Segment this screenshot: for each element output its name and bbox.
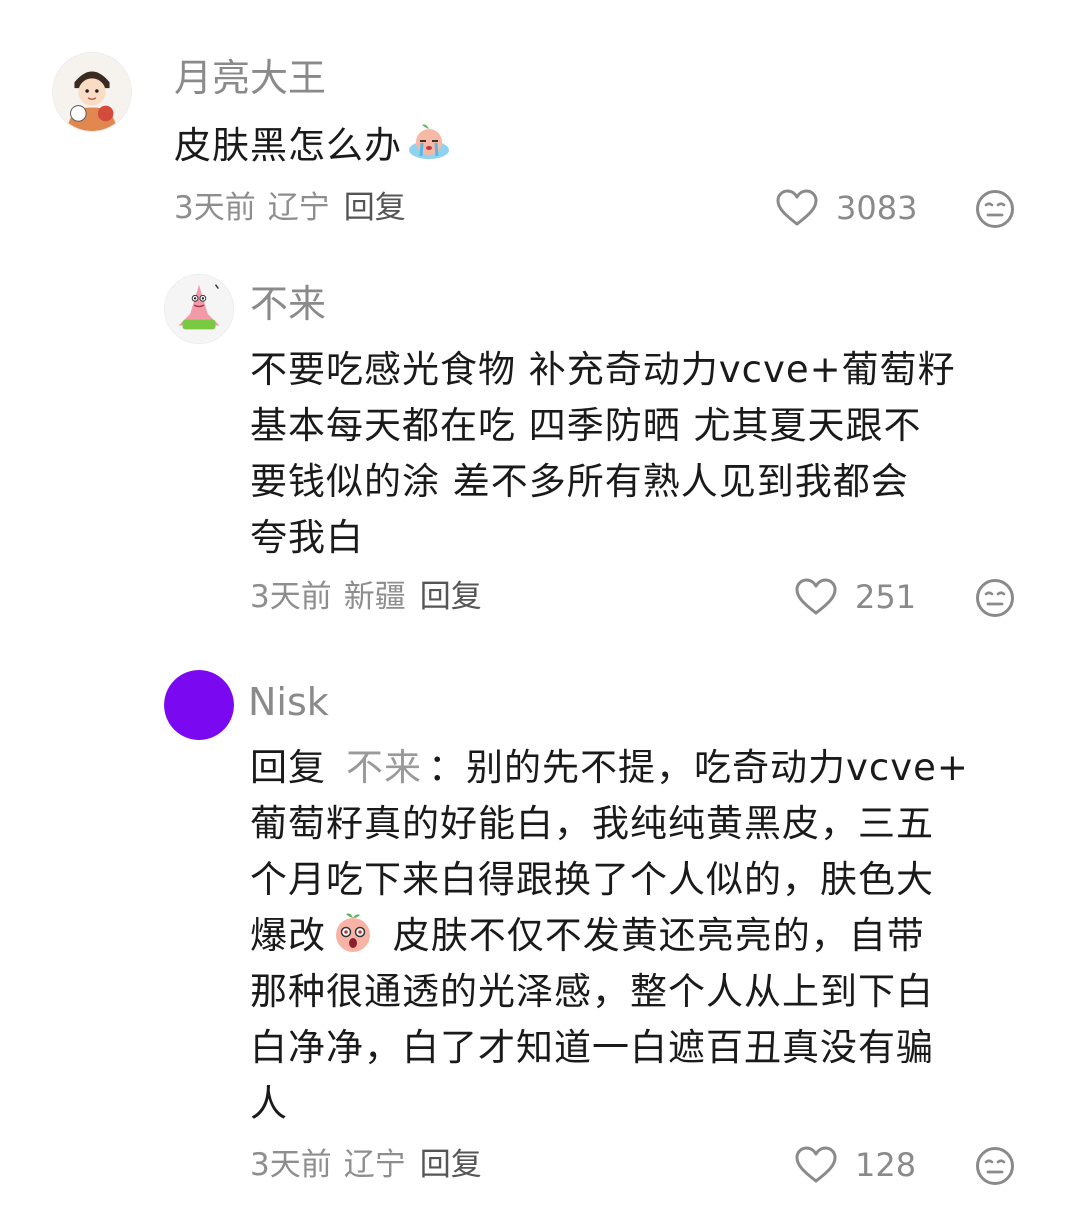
comment-region: 新疆 <box>343 579 406 615</box>
like-button[interactable]: 251 <box>795 575 916 619</box>
comment-line: 回复 不来 ：别的先不提，吃奇动力vcve+ <box>250 740 969 796</box>
comment-region: 辽宁 <box>343 1147 406 1183</box>
comment-time: 3天前 <box>174 190 256 226</box>
comment-line: 皮肤黑怎么办 <box>174 118 456 174</box>
like-count: 251 <box>855 578 917 616</box>
comment-author[interactable]: Nisk <box>248 678 329 726</box>
reply-item: 不来 不要吃感光食物 补充奇动力vcve+葡萄籽 基本每天都在吃 四季防晒 尤其… <box>0 260 1080 640</box>
comment-line: 爆改 皮肤不仅不发黄还亮亮的，自带 <box>250 908 969 964</box>
meh-face-icon <box>976 1147 1014 1185</box>
meh-face-icon <box>976 579 1014 617</box>
comment-item: 月亮大王 皮肤黑怎么办 3天前 辽宁 回复 3083 <box>0 0 1080 260</box>
purple-circle-avatar-icon <box>164 670 234 740</box>
comment-region: 辽宁 <box>267 190 330 226</box>
comment-line: 不要吃感光食物 补充奇动力vcve+葡萄籽 <box>250 348 956 391</box>
comment-line: 夸我白 <box>250 516 364 559</box>
reply-button[interactable]: 回复 <box>420 1147 482 1183</box>
comment-meta: 3天前 辽宁 回复 <box>250 1145 482 1185</box>
comment-author[interactable]: 月亮大王 <box>174 54 326 102</box>
user-avatar[interactable] <box>52 52 132 132</box>
heart-outline-icon <box>795 1146 837 1183</box>
like-button[interactable]: 128 <box>795 1143 916 1187</box>
cartoon-kid-avatar-icon <box>53 53 131 131</box>
like-count: 128 <box>855 1146 917 1184</box>
comment-author[interactable]: 不来 <box>250 280 326 328</box>
meh-face-icon <box>976 190 1014 228</box>
crying-peach-emoji-icon <box>406 120 452 166</box>
comment-time: 3天前 <box>250 579 332 615</box>
comment-line: 葡萄籽真的好能白，我纯纯黄黑皮，三五 <box>250 802 934 845</box>
comment-text: 回复 不来 ：别的先不提，吃奇动力vcve+ 葡萄籽真的好能白，我纯纯黄黑皮，三五 … <box>250 740 969 1132</box>
comment-line: 基本每天都在吃 四季防晒 尤其夏天跟不 <box>250 404 922 447</box>
comment-meta: 3天前 新疆 回复 <box>250 577 482 617</box>
user-avatar[interactable] <box>164 670 234 740</box>
comment-text: 不要吃感光食物 补充奇动力vcve+葡萄籽 基本每天都在吃 四季防晒 尤其夏天跟… <box>250 342 956 566</box>
dislike-button[interactable] <box>975 1146 1015 1186</box>
user-avatar[interactable] <box>164 274 234 344</box>
heart-outline-icon <box>776 189 818 226</box>
comment-text-segment: 皮肤不仅不发黄还亮亮的，自带 <box>380 914 925 957</box>
like-count: 3083 <box>836 189 918 227</box>
like-button[interactable]: 3083 <box>776 186 917 230</box>
comment-line: 人 <box>250 1082 288 1125</box>
comment-text-segment: 皮肤黑怎么办 <box>174 124 402 167</box>
dislike-button[interactable] <box>975 189 1015 229</box>
reply-button[interactable]: 回复 <box>420 579 482 615</box>
reply-item: Nisk 回复 不来 ：别的先不提，吃奇动力vcve+ 葡萄籽真的好能白，我纯纯黄黑… <box>0 640 1080 1206</box>
patrick-star-avatar-icon <box>165 275 233 343</box>
comment-line: 白净净，白了才知道一白遮百丑真没有骗 <box>250 1026 934 1069</box>
mention-link[interactable]: 不来 <box>346 746 422 789</box>
surprised-peach-emoji-icon <box>330 910 376 956</box>
comment-text-segment: ：别的先不提，吃奇动力vcve+ <box>428 746 969 789</box>
comment-line: 那种很通透的光泽感，整个人从上到下白 <box>250 970 934 1013</box>
dislike-button[interactable] <box>975 578 1015 618</box>
heart-outline-icon <box>795 578 837 615</box>
comment-text: 皮肤黑怎么办 <box>174 118 456 174</box>
reply-prefix: 回复 <box>250 746 326 789</box>
reply-button[interactable]: 回复 <box>344 190 406 226</box>
comment-text-segment: 爆改 <box>250 914 326 957</box>
comment-line: 要钱似的涂 差不多所有熟人见到我都会 <box>250 460 909 503</box>
comment-time: 3天前 <box>250 1147 332 1183</box>
comment-line: 个月吃下来白得跟换了个人似的，肤色大 <box>250 858 934 901</box>
comment-meta: 3天前 辽宁 回复 <box>174 188 406 228</box>
